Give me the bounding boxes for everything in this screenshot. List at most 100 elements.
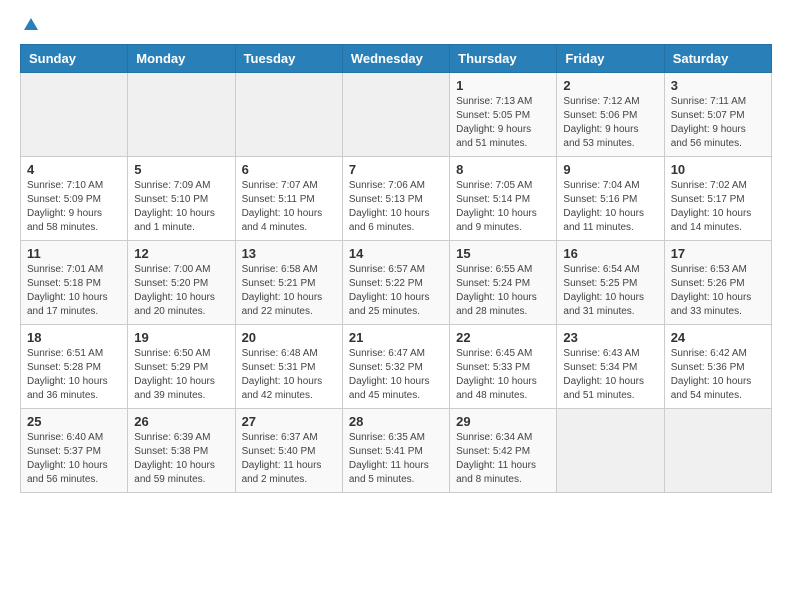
day-number: 6 [242, 162, 336, 177]
calendar-week-row: 11 Sunrise: 7:01 AM Sunset: 5:18 PM Dayli… [21, 241, 772, 325]
calendar-cell: 24 Sunrise: 6:42 AM Sunset: 5:36 PM Dayli… [664, 325, 771, 409]
day-info: Sunrise: 7:10 AM Sunset: 5:09 PM Dayligh… [27, 179, 121, 235]
calendar-header-row: SundayMondayTuesdayWednesdayThursdayFrid… [21, 45, 772, 73]
weekday-header: Thursday [450, 45, 557, 73]
day-info: Sunrise: 7:07 AM Sunset: 5:11 PM Dayligh… [242, 179, 336, 235]
day-number: 7 [349, 162, 443, 177]
day-info: Sunrise: 6:34 AM Sunset: 5:42 PM Dayligh… [456, 431, 550, 487]
day-info: Sunrise: 6:53 AM Sunset: 5:26 PM Dayligh… [671, 263, 765, 319]
day-number: 16 [563, 246, 657, 261]
calendar-cell: 5 Sunrise: 7:09 AM Sunset: 5:10 PM Daylig… [128, 157, 235, 241]
calendar-cell: 25 Sunrise: 6:40 AM Sunset: 5:37 PM Dayli… [21, 409, 128, 493]
weekday-header: Tuesday [235, 45, 342, 73]
day-number: 13 [242, 246, 336, 261]
weekday-header: Sunday [21, 45, 128, 73]
calendar-cell [21, 73, 128, 157]
day-number: 20 [242, 330, 336, 345]
day-info: Sunrise: 6:42 AM Sunset: 5:36 PM Dayligh… [671, 347, 765, 403]
calendar-cell: 21 Sunrise: 6:47 AM Sunset: 5:32 PM Dayli… [342, 325, 449, 409]
day-number: 18 [27, 330, 121, 345]
calendar-week-row: 4 Sunrise: 7:10 AM Sunset: 5:09 PM Daylig… [21, 157, 772, 241]
calendar-table: SundayMondayTuesdayWednesdayThursdayFrid… [20, 44, 772, 493]
page-header [20, 16, 772, 34]
day-info: Sunrise: 6:54 AM Sunset: 5:25 PM Dayligh… [563, 263, 657, 319]
day-info: Sunrise: 7:06 AM Sunset: 5:13 PM Dayligh… [349, 179, 443, 235]
day-info: Sunrise: 6:51 AM Sunset: 5:28 PM Dayligh… [27, 347, 121, 403]
weekday-header: Monday [128, 45, 235, 73]
calendar-cell [342, 73, 449, 157]
calendar-cell: 1Sunrise: 7:13 AM Sunset: 5:05 PM Daylig… [450, 73, 557, 157]
calendar-cell [128, 73, 235, 157]
day-number: 24 [671, 330, 765, 345]
calendar-cell: 20Sunrise: 6:48 AM Sunset: 5:31 PM Dayli… [235, 325, 342, 409]
calendar-cell: 6 Sunrise: 7:07 AM Sunset: 5:11 PM Daylig… [235, 157, 342, 241]
day-number: 23 [563, 330, 657, 345]
day-info: Sunrise: 6:37 AM Sunset: 5:40 PM Dayligh… [242, 431, 336, 487]
day-number: 11 [27, 246, 121, 261]
day-number: 27 [242, 414, 336, 429]
day-number: 5 [134, 162, 228, 177]
day-number: 4 [27, 162, 121, 177]
calendar-cell: 11 Sunrise: 7:01 AM Sunset: 5:18 PM Dayli… [21, 241, 128, 325]
day-info: Sunrise: 6:39 AM Sunset: 5:38 PM Dayligh… [134, 431, 228, 487]
day-info: Sunrise: 6:45 AM Sunset: 5:33 PM Dayligh… [456, 347, 550, 403]
day-info: Sunrise: 7:12 AM Sunset: 5:06 PM Dayligh… [563, 95, 657, 151]
day-number: 28 [349, 414, 443, 429]
calendar-cell: 4 Sunrise: 7:10 AM Sunset: 5:09 PM Daylig… [21, 157, 128, 241]
calendar-cell: 28 Sunrise: 6:35 AM Sunset: 5:41 PM Dayli… [342, 409, 449, 493]
calendar-cell: 17 Sunrise: 6:53 AM Sunset: 5:26 PM Dayli… [664, 241, 771, 325]
logo [20, 16, 40, 34]
day-number: 3 [671, 78, 765, 93]
calendar-cell [235, 73, 342, 157]
calendar-cell: 27 Sunrise: 6:37 AM Sunset: 5:40 PM Dayli… [235, 409, 342, 493]
calendar-cell: 16 Sunrise: 6:54 AM Sunset: 5:25 PM Dayli… [557, 241, 664, 325]
calendar-cell: 2Sunrise: 7:12 AM Sunset: 5:06 PM Daylig… [557, 73, 664, 157]
calendar-week-row: 18 Sunrise: 6:51 AM Sunset: 5:28 PM Dayli… [21, 325, 772, 409]
day-number: 26 [134, 414, 228, 429]
day-info: Sunrise: 7:00 AM Sunset: 5:20 PM Dayligh… [134, 263, 228, 319]
day-info: Sunrise: 6:47 AM Sunset: 5:32 PM Dayligh… [349, 347, 443, 403]
weekday-header: Saturday [664, 45, 771, 73]
weekday-header: Wednesday [342, 45, 449, 73]
calendar-cell: 22 Sunrise: 6:45 AM Sunset: 5:33 PM Dayli… [450, 325, 557, 409]
calendar-cell: 19 Sunrise: 6:50 AM Sunset: 5:29 PM Dayli… [128, 325, 235, 409]
logo-icon [22, 16, 40, 34]
day-info: Sunrise: 7:01 AM Sunset: 5:18 PM Dayligh… [27, 263, 121, 319]
day-number: 8 [456, 162, 550, 177]
calendar-week-row: 1Sunrise: 7:13 AM Sunset: 5:05 PM Daylig… [21, 73, 772, 157]
day-info: Sunrise: 7:02 AM Sunset: 5:17 PM Dayligh… [671, 179, 765, 235]
calendar-cell: 18 Sunrise: 6:51 AM Sunset: 5:28 PM Dayli… [21, 325, 128, 409]
calendar-cell: 10Sunrise: 7:02 AM Sunset: 5:17 PM Dayli… [664, 157, 771, 241]
calendar-cell: 15Sunrise: 6:55 AM Sunset: 5:24 PM Dayli… [450, 241, 557, 325]
day-number: 25 [27, 414, 121, 429]
calendar-cell [664, 409, 771, 493]
day-info: Sunrise: 6:57 AM Sunset: 5:22 PM Dayligh… [349, 263, 443, 319]
calendar-cell [557, 409, 664, 493]
day-number: 15 [456, 246, 550, 261]
day-info: Sunrise: 6:40 AM Sunset: 5:37 PM Dayligh… [27, 431, 121, 487]
day-info: Sunrise: 6:35 AM Sunset: 5:41 PM Dayligh… [349, 431, 443, 487]
calendar-cell: 8 Sunrise: 7:05 AM Sunset: 5:14 PM Daylig… [450, 157, 557, 241]
day-info: Sunrise: 6:43 AM Sunset: 5:34 PM Dayligh… [563, 347, 657, 403]
calendar-cell: 9Sunrise: 7:04 AM Sunset: 5:16 PM Daylig… [557, 157, 664, 241]
day-number: 12 [134, 246, 228, 261]
day-info: Sunrise: 7:09 AM Sunset: 5:10 PM Dayligh… [134, 179, 228, 235]
day-number: 1 [456, 78, 550, 93]
calendar-cell: 12 Sunrise: 7:00 AM Sunset: 5:20 PM Dayli… [128, 241, 235, 325]
calendar-cell: 23 Sunrise: 6:43 AM Sunset: 5:34 PM Dayli… [557, 325, 664, 409]
day-info: Sunrise: 6:50 AM Sunset: 5:29 PM Dayligh… [134, 347, 228, 403]
calendar-cell: 7 Sunrise: 7:06 AM Sunset: 5:13 PM Daylig… [342, 157, 449, 241]
day-info: Sunrise: 7:05 AM Sunset: 5:14 PM Dayligh… [456, 179, 550, 235]
weekday-header: Friday [557, 45, 664, 73]
day-info: Sunrise: 6:58 AM Sunset: 5:21 PM Dayligh… [242, 263, 336, 319]
day-number: 17 [671, 246, 765, 261]
calendar-cell: 26 Sunrise: 6:39 AM Sunset: 5:38 PM Dayli… [128, 409, 235, 493]
day-number: 21 [349, 330, 443, 345]
calendar-cell: 29 Sunrise: 6:34 AM Sunset: 5:42 PM Dayli… [450, 409, 557, 493]
calendar-cell: 14Sunrise: 6:57 AM Sunset: 5:22 PM Dayli… [342, 241, 449, 325]
day-number: 29 [456, 414, 550, 429]
day-number: 22 [456, 330, 550, 345]
calendar-cell: 13 Sunrise: 6:58 AM Sunset: 5:21 PM Dayli… [235, 241, 342, 325]
calendar-cell: 3Sunrise: 7:11 AM Sunset: 5:07 PM Daylig… [664, 73, 771, 157]
day-number: 19 [134, 330, 228, 345]
